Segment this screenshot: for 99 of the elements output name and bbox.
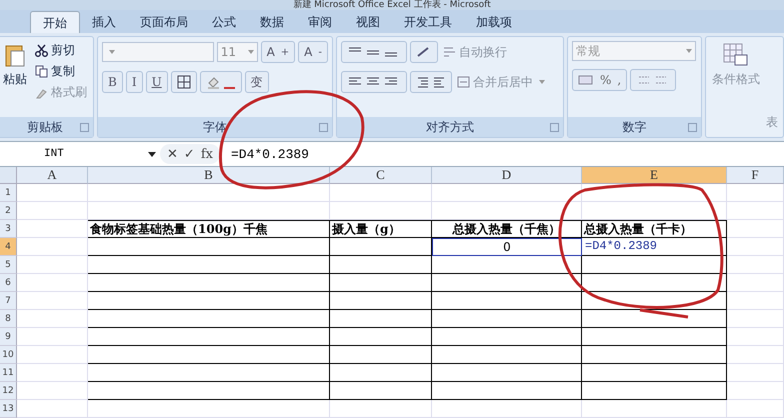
table-cell — [17, 310, 88, 328]
cut-button[interactable]: 剪切 — [33, 41, 89, 60]
ribbon-tab[interactable]: 开发工具 — [392, 11, 464, 33]
orientation-button[interactable] — [410, 41, 438, 63]
font-name-field[interactable] — [102, 42, 214, 62]
horizontal-align-buttons[interactable] — [341, 71, 407, 93]
table-cell — [17, 256, 88, 274]
phonetic-button[interactable]: 变 — [244, 71, 269, 93]
dialog-launcher-icon[interactable] — [80, 123, 89, 132]
underline-button[interactable]: U — [146, 71, 168, 93]
fill-and-font-color-icon — [206, 75, 236, 89]
row-header[interactable]: 11 — [0, 364, 17, 382]
row-header[interactable]: 9 — [0, 328, 17, 346]
table-cell — [727, 256, 784, 274]
dialog-launcher-icon[interactable] — [688, 123, 697, 132]
table-cell — [727, 184, 784, 202]
group-label: 字体 — [203, 118, 227, 136]
table-cell — [17, 220, 88, 238]
borders-icon — [176, 75, 191, 89]
table-cell: =D4*0.2389 — [582, 238, 727, 256]
table-cell — [727, 202, 784, 220]
row-header[interactable]: 7 — [0, 292, 17, 310]
paste-button[interactable]: 粘贴 — [1, 41, 29, 113]
ribbon-tab[interactable]: 审阅 — [296, 11, 344, 33]
indent-buttons[interactable] — [410, 71, 452, 93]
table-cell — [727, 310, 784, 328]
row-header[interactable]: 1 — [0, 184, 17, 202]
vertical-align-buttons[interactable] — [341, 41, 407, 63]
indent-icon — [416, 76, 446, 88]
column-header[interactable]: B — [88, 167, 330, 184]
group-label: 数字 — [622, 118, 646, 136]
row-header[interactable]: 2 — [0, 202, 17, 220]
table-cell — [17, 400, 88, 418]
table-cell: 0 — [432, 238, 582, 256]
table-cell: 总摄入热量（千焦） — [432, 220, 582, 238]
table-cell — [727, 220, 784, 238]
table-cell — [17, 184, 88, 202]
dialog-launcher-icon[interactable] — [319, 123, 328, 132]
column-header[interactable]: A — [17, 167, 88, 184]
table-cell — [727, 274, 784, 292]
group-label: 剪贴板 — [27, 118, 63, 136]
table-cell — [17, 382, 88, 400]
row-header[interactable]: 6 — [0, 274, 17, 292]
row-header[interactable]: 5 — [0, 256, 17, 274]
bold-button[interactable]: B — [102, 71, 123, 93]
ribbon-tab[interactable]: 数据 — [248, 11, 296, 33]
wrap-text-icon — [443, 46, 456, 58]
row-header[interactable]: 4 — [0, 238, 17, 256]
borders-button[interactable] — [170, 71, 197, 93]
copy-button[interactable]: 复制 — [33, 62, 89, 81]
table-cell: 食物标签基础热量（100g）千焦 — [88, 220, 330, 238]
row-header[interactable]: 12 — [0, 382, 17, 400]
ribbon-tab[interactable]: 视图 — [344, 11, 392, 33]
table-cell — [17, 328, 88, 346]
ribbon-tab[interactable]: 插入 — [80, 11, 128, 33]
table-cell — [17, 274, 88, 292]
row-header[interactable]: 8 — [0, 310, 17, 328]
copy-icon — [35, 65, 48, 78]
table-cell — [727, 346, 784, 364]
table-cell — [727, 238, 784, 256]
merge-cells-icon — [457, 76, 470, 88]
table-cell — [727, 364, 784, 382]
clipboard-icon — [5, 43, 25, 67]
group-label: 对齐方式 — [426, 118, 474, 136]
grid-icon — [723, 43, 749, 67]
table-cell — [17, 364, 88, 382]
number-style-buttons[interactable]: % , — [572, 69, 628, 91]
row-header[interactable]: 10 — [0, 346, 17, 364]
ribbon-tab[interactable]: 公式 — [200, 11, 248, 33]
table-cell — [727, 400, 784, 418]
table-cell — [727, 328, 784, 346]
column-header[interactable]: E — [582, 167, 727, 184]
insert-function-button[interactable]: fx — [200, 146, 214, 162]
column-header[interactable]: F — [727, 167, 784, 184]
decimal-buttons[interactable] — [630, 69, 676, 91]
table-cell: 摄入量（g） — [330, 220, 432, 238]
fill-color-button[interactable] — [200, 71, 242, 93]
table-cell — [17, 292, 88, 310]
italic-button[interactable]: I — [126, 71, 143, 93]
table-cell — [17, 238, 88, 256]
select-all-corner[interactable] — [0, 167, 17, 184]
ribbon-tab[interactable]: 加载项 — [464, 11, 524, 33]
table-cell — [17, 346, 88, 364]
formula-field[interactable]: =D4*0.2389 — [220, 142, 309, 166]
row-header[interactable]: 13 — [0, 400, 17, 418]
table-cell — [727, 382, 784, 400]
row-header[interactable]: 3 — [0, 220, 17, 238]
table-cell: 总摄入热量（千卡） — [582, 220, 727, 238]
table-cell — [17, 202, 88, 220]
cancel-button[interactable]: ✕ — [166, 146, 179, 162]
column-header[interactable]: C — [330, 167, 432, 184]
enter-button[interactable]: ✓ — [182, 146, 196, 162]
currency-icon — [578, 74, 594, 86]
dialog-launcher-icon[interactable] — [550, 123, 559, 132]
table-cell — [727, 292, 784, 310]
ribbon-tab[interactable]: 页面布局 — [128, 11, 200, 33]
scissors-icon — [35, 44, 48, 57]
ribbon-tab[interactable]: 开始 — [30, 11, 80, 33]
column-header[interactable]: D — [432, 167, 582, 184]
